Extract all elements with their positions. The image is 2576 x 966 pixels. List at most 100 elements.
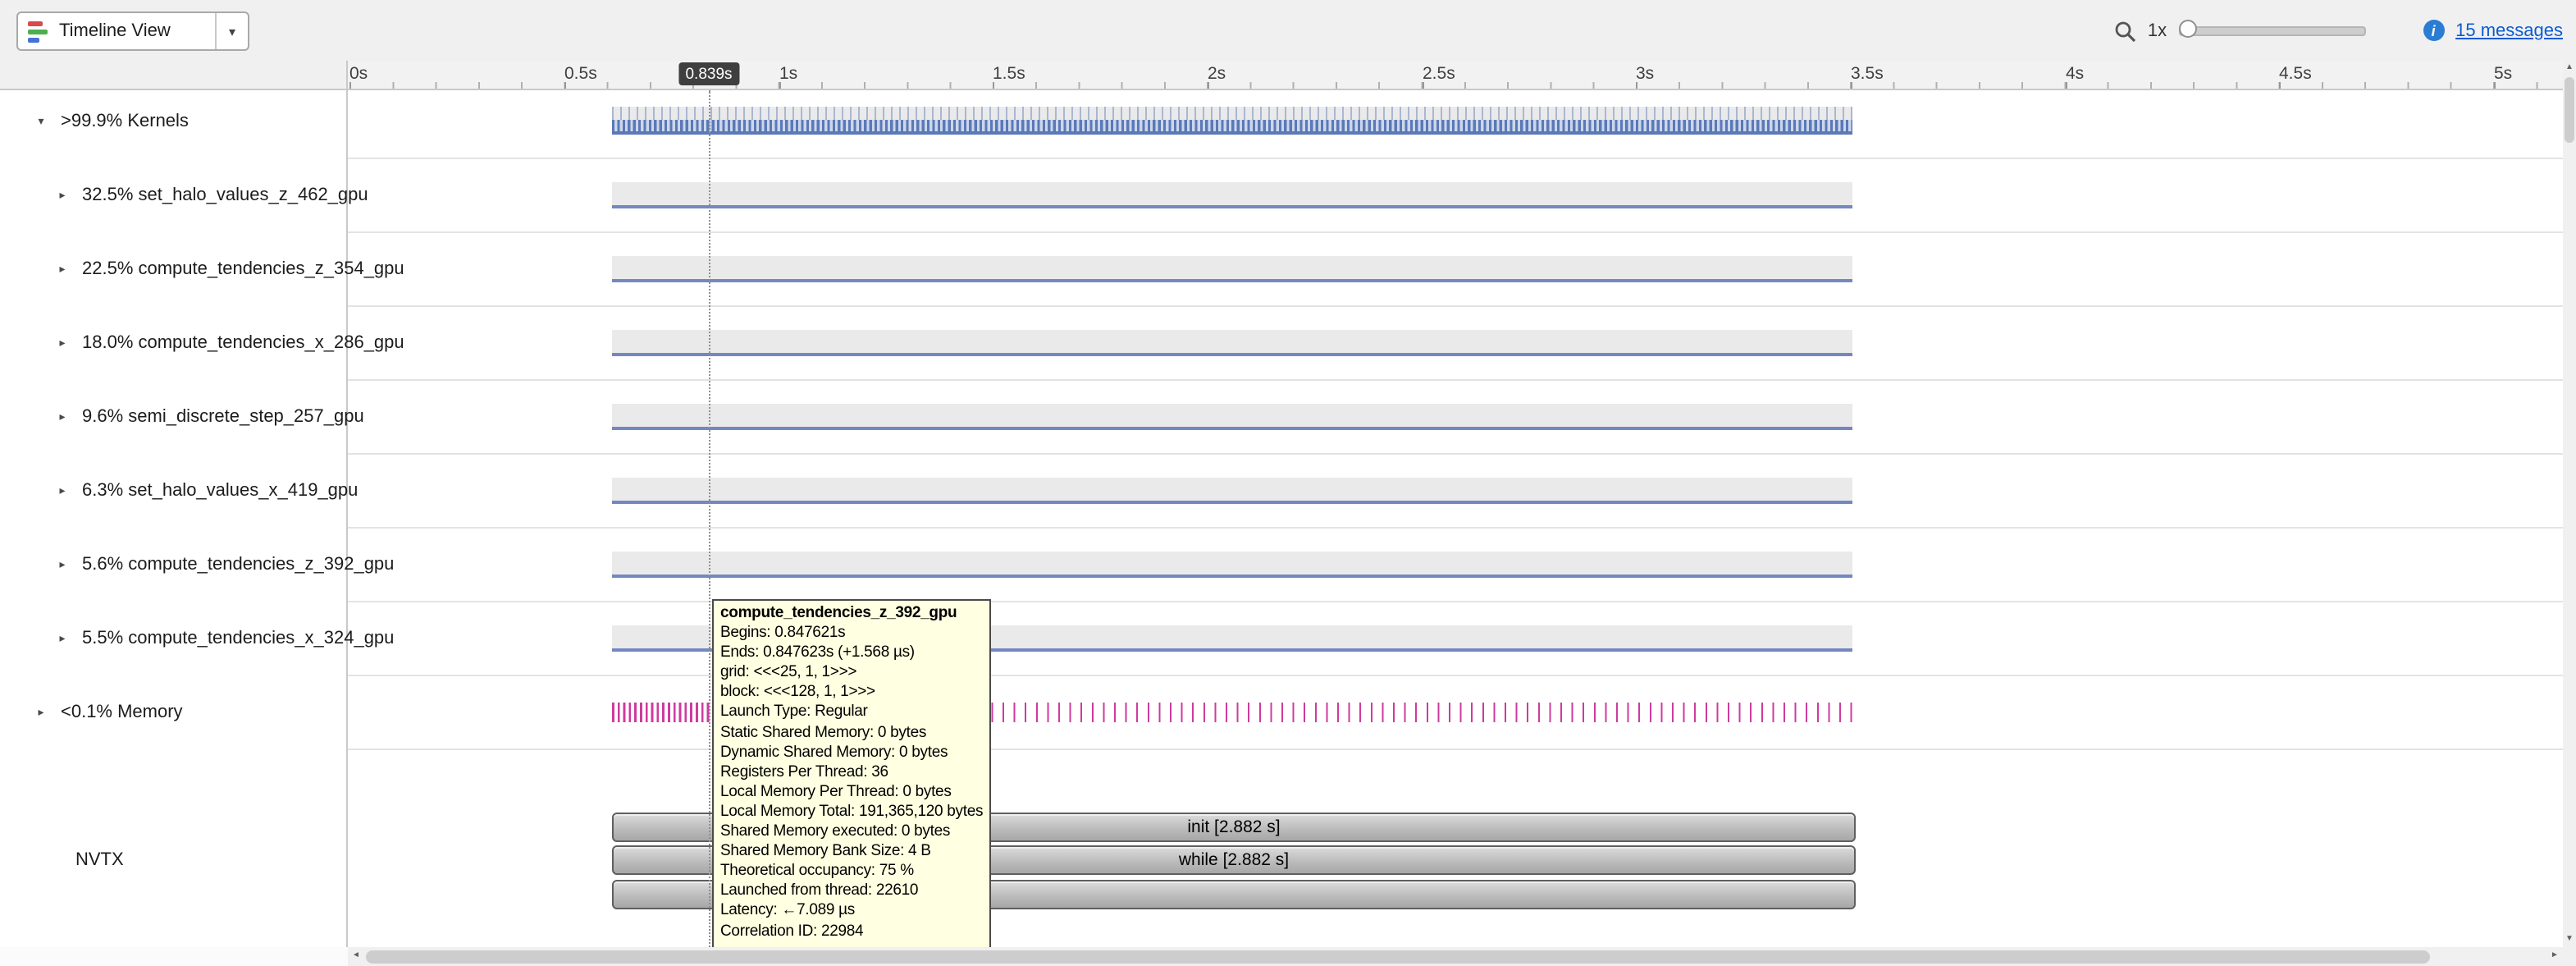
ruler-tick-label: 1.5s <box>993 64 1025 84</box>
info-icon[interactable]: i <box>2423 20 2444 41</box>
magnifier-icon <box>2113 19 2136 42</box>
expand-arrow-icon[interactable]: ▸ <box>54 189 71 202</box>
zoom-slider[interactable] <box>2178 25 2365 35</box>
chevron-down-icon[interactable]: ▾ <box>215 13 248 49</box>
tooltip-line: Shared Memory Bank Size: 4 B <box>720 842 983 862</box>
ruler-tick-label: 2.5s <box>1423 64 1455 84</box>
tooltip-line: Local Memory Total: 191,365,120 bytes <box>720 803 983 822</box>
ruler-tick-label: 0.5s <box>564 64 597 84</box>
tooltip-line: grid: <<<25, 1, 1>>> <box>720 664 983 684</box>
tooltip-line: Latency: ←7.089 µs <box>720 902 983 922</box>
bottom-left-corner <box>0 947 348 966</box>
view-selector-label: Timeline View <box>59 21 171 41</box>
expand-arrow-icon[interactable]: ▸ <box>54 558 71 571</box>
kernels-summary-bar[interactable] <box>612 107 1852 135</box>
scroll-left-icon[interactable]: ◄ <box>348 947 364 966</box>
sidebar-row-kernel-6[interactable]: ▸ 5.6% compute_tendencies_z_392_gpu <box>0 548 346 581</box>
scroll-up-icon[interactable]: ▲ <box>2563 61 2576 76</box>
ruler-tick-label: 5s <box>2494 64 2512 84</box>
row-separator <box>348 231 2563 233</box>
scroll-right-icon[interactable]: ► <box>2546 947 2563 966</box>
sidebar-row-kernel-4[interactable]: ▸ 9.6% semi_discrete_step_257_gpu <box>0 401 346 433</box>
toolbar: Timeline View ▾ 1x i 15 messages <box>0 0 2576 61</box>
time-cursor-label: 0.839s <box>678 62 738 85</box>
vertical-scrollbar[interactable]: ▲ ▼ <box>2563 61 2576 947</box>
kernel-activity-bar[interactable] <box>612 330 1852 356</box>
sidebar-row-label: >99.9% Kernels <box>61 112 189 131</box>
time-cursor-line <box>709 90 710 947</box>
tooltip-line: Theoretical occupancy: 75 % <box>720 862 983 881</box>
timeline-ruler[interactable]: 0s 0.5s 1s 1.5s 2s 2.5s 3s 3.5s 4s 4.5s … <box>348 61 2563 90</box>
kernel-activity-bar[interactable] <box>612 182 1852 208</box>
row-separator <box>348 749 2563 750</box>
vertical-scrollbar-thumb[interactable] <box>2565 77 2574 143</box>
ruler-tick-label: 4.5s <box>2279 64 2312 84</box>
sidebar-row-label: 6.3% set_halo_values_x_419_gpu <box>82 481 358 501</box>
kernel-tooltip: compute_tendencies_z_392_gpu Begins: 0.8… <box>712 599 991 947</box>
horizontal-scrollbar-thumb[interactable] <box>366 950 2430 964</box>
row-separator <box>348 379 2563 381</box>
tooltip-line: Begins: 0.847621s <box>720 624 983 643</box>
view-selector-dropdown[interactable]: Timeline View ▾ <box>16 11 249 51</box>
expand-arrow-icon[interactable]: ▸ <box>54 336 71 350</box>
sidebar-row-kernel-2[interactable]: ▸ 22.5% compute_tendencies_z_354_gpu <box>0 253 346 286</box>
kernel-coverage-line <box>612 131 1852 135</box>
timeline-view-icon <box>28 21 49 42</box>
ruler-tick-label: 4s <box>2066 64 2084 84</box>
toolbar-right-group: 1x i 15 messages <box>2113 0 2563 61</box>
zoom-slider-thumb[interactable] <box>2178 20 2196 38</box>
sidebar-row-label: NVTX <box>75 850 124 870</box>
sidebar-row-kernel-3[interactable]: ▸ 18.0% compute_tendencies_x_286_gpu <box>0 327 346 359</box>
tooltip-line: Local Memory Per Thread: 0 bytes <box>720 783 983 803</box>
tooltip-line: Shared Memory executed: 0 bytes <box>720 822 983 842</box>
row-separator <box>348 453 2563 455</box>
row-separator <box>348 158 2563 159</box>
messages-link[interactable]: 15 messages <box>2455 21 2563 40</box>
sidebar-row-kernel-1[interactable]: ▸ 32.5% set_halo_values_z_462_gpu <box>0 179 346 212</box>
row-list-panel: ▾ >99.9% Kernels ▸ 32.5% set_halo_values… <box>0 90 348 947</box>
tooltip-line: Ends: 0.847623s (+1.568 µs) <box>720 643 983 663</box>
tooltip-line: Launch Type: Regular <box>720 703 983 723</box>
expand-arrow-icon[interactable]: ▸ <box>33 706 49 719</box>
tooltip-line: Registers Per Thread: 36 <box>720 763 983 783</box>
ruler-tick-label: 3s <box>1636 64 1654 84</box>
row-separator <box>348 305 2563 307</box>
expand-arrow-icon[interactable]: ▸ <box>54 410 71 423</box>
tooltip-line: Dynamic Shared Memory: 0 bytes <box>720 743 983 762</box>
kernel-activity-bar[interactable] <box>612 404 1852 430</box>
expand-arrow-icon[interactable]: ▸ <box>54 484 71 497</box>
scrollbar-corner <box>2563 947 2576 966</box>
kernel-activity-bar[interactable] <box>612 552 1852 578</box>
sidebar-row-kernels[interactable]: ▾ >99.9% Kernels <box>0 105 346 138</box>
tooltip-line: Static Shared Memory: 0 bytes <box>720 723 983 743</box>
tooltip-title: compute_tendencies_z_392_gpu <box>720 604 983 624</box>
zoom-level-label: 1x <box>2148 21 2167 40</box>
kernel-activity-bar[interactable] <box>612 478 1852 504</box>
ruler-tick-label: 0s <box>349 64 368 84</box>
kernel-density-strip <box>612 120 1852 131</box>
sidebar-row-memory[interactable]: ▸ <0.1% Memory <box>0 696 346 729</box>
sidebar-row-label: 32.5% set_halo_values_z_462_gpu <box>82 185 368 205</box>
tooltip-line: Correlation ID: 22984 <box>720 922 983 941</box>
expand-arrow-icon[interactable]: ▸ <box>54 263 71 276</box>
ruler-tick-label: 1s <box>779 64 797 84</box>
expand-arrow-icon[interactable]: ▸ <box>54 632 71 645</box>
tooltip-line: block: <<<128, 1, 1>>> <box>720 684 983 703</box>
sidebar-row-kernel-7[interactable]: ▸ 5.5% compute_tendencies_x_324_gpu <box>0 622 346 655</box>
nvtx-range-label: while [2.882 s] <box>1179 850 1289 870</box>
row-separator <box>348 527 2563 529</box>
horizontal-scrollbar[interactable]: ◄ ► <box>348 947 2563 966</box>
timeline-canvas[interactable]: init [2.882 s] while [2.882 s] compute_t… <box>348 90 2563 947</box>
nvtx-range-label: init [2.882 s] <box>1187 817 1280 837</box>
row-separator <box>348 601 2563 602</box>
nsight-timeline-window: Timeline View ▾ 1x i 15 messages 0s 0.5s… <box>0 0 2576 966</box>
ruler-tick-label: 3.5s <box>1851 64 1884 84</box>
sidebar-row-label: <0.1% Memory <box>61 703 183 722</box>
sidebar-header <box>0 61 348 90</box>
kernel-activity-bar[interactable] <box>612 256 1852 282</box>
sidebar-row-kernel-5[interactable]: ▸ 6.3% set_halo_values_x_419_gpu <box>0 474 346 507</box>
collapse-arrow-icon[interactable]: ▾ <box>33 115 49 128</box>
timeline-main: ▾ >99.9% Kernels ▸ 32.5% set_halo_values… <box>0 90 2563 947</box>
sidebar-row-label: 9.6% semi_discrete_step_257_gpu <box>82 407 364 427</box>
scroll-down-icon[interactable]: ▼ <box>2563 932 2576 947</box>
